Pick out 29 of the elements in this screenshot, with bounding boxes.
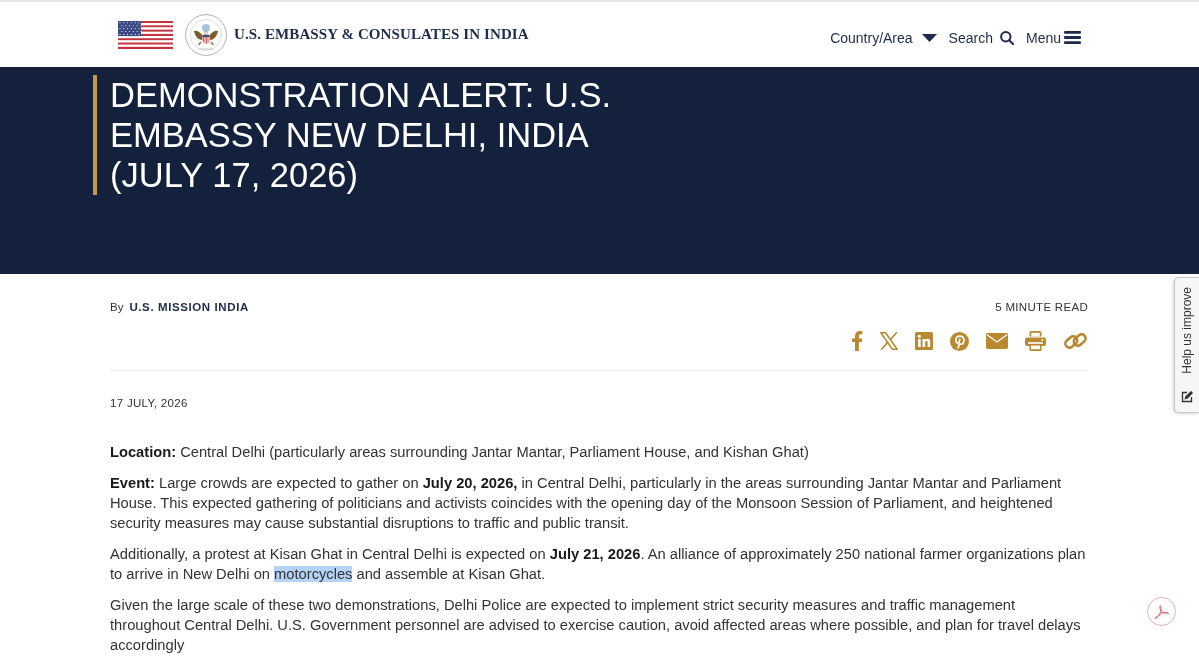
menu-button[interactable]: Menu xyxy=(1025,29,1081,46)
body-paragraph: Location: Central Delhi (particularly areas surrounding Jantar Mantar, Parliament House, and Kishan Ghat) xyxy=(110,443,810,462)
body-paragraph: Additionally, a protest at Kisan Ghat in Central Delhi is expected on July 21, 2026. An alliance of approximately 250 national farmer organizations plan to arrive in New Delhi on motorcycles and assemble at Kisan Ghat. xyxy=(110,545,1087,584)
printer-icon[interactable] xyxy=(1025,331,1046,351)
edit-icon xyxy=(1181,391,1193,403)
linkedin-icon[interactable] xyxy=(915,332,933,350)
site-title[interactable]: U.S. EMBASSY & CONSULATES IN INDIA xyxy=(234,26,529,43)
seal-icon xyxy=(185,13,227,56)
search-button[interactable]: Search xyxy=(948,29,1014,46)
read-time: 5 MINUTE READ xyxy=(995,300,1088,315)
pinterest-icon[interactable] xyxy=(950,331,969,351)
link-icon[interactable] xyxy=(1063,331,1088,351)
feedback-tab[interactable]: Help us improve xyxy=(1174,277,1199,413)
page-title: DEMONSTRATION ALERT: U.S. EMBASSY NEW DELHI, INDIA (JULY 17, 2026) xyxy=(93,75,650,195)
pdf-icon xyxy=(1154,604,1169,619)
caret-down-icon xyxy=(921,33,937,42)
body-paragraph: Given the large scale of these two demonstrations, Delhi Police are expected to implement strict security measures and traffic management throughout Central Delhi. U.S. Government personnel are advised to exercise caution, avoid affected areas where possible, and plan for travel delays accordingly xyxy=(110,596,1082,655)
byline-label: By xyxy=(110,300,124,315)
country-area-dropdown[interactable]: Country/Area xyxy=(830,29,937,46)
hamburger-menu-icon xyxy=(1064,31,1081,44)
publish-date: 17 JULY, 2026 xyxy=(110,396,189,411)
author-name: U.S. MISSION INDIA xyxy=(129,300,249,315)
x-logo-icon[interactable] xyxy=(880,332,898,350)
facebook-icon[interactable] xyxy=(852,331,863,351)
body-paragraph: Event: Large crowds are expected to gather on July 20, 2026, in Central Delhi, particularly in the areas surrounding Jantar Mantar and Parliament House. This expected gathering of politicians and activists coincides with the opening day of the Monsoon Session of Parliament, and heightened security measures may cause substantial disruptions to traffic and public transit. xyxy=(110,474,1063,533)
flag-icon xyxy=(118,20,173,49)
email-icon[interactable] xyxy=(986,333,1008,349)
search-icon xyxy=(999,30,1014,45)
pdf-button[interactable] xyxy=(1147,597,1176,626)
